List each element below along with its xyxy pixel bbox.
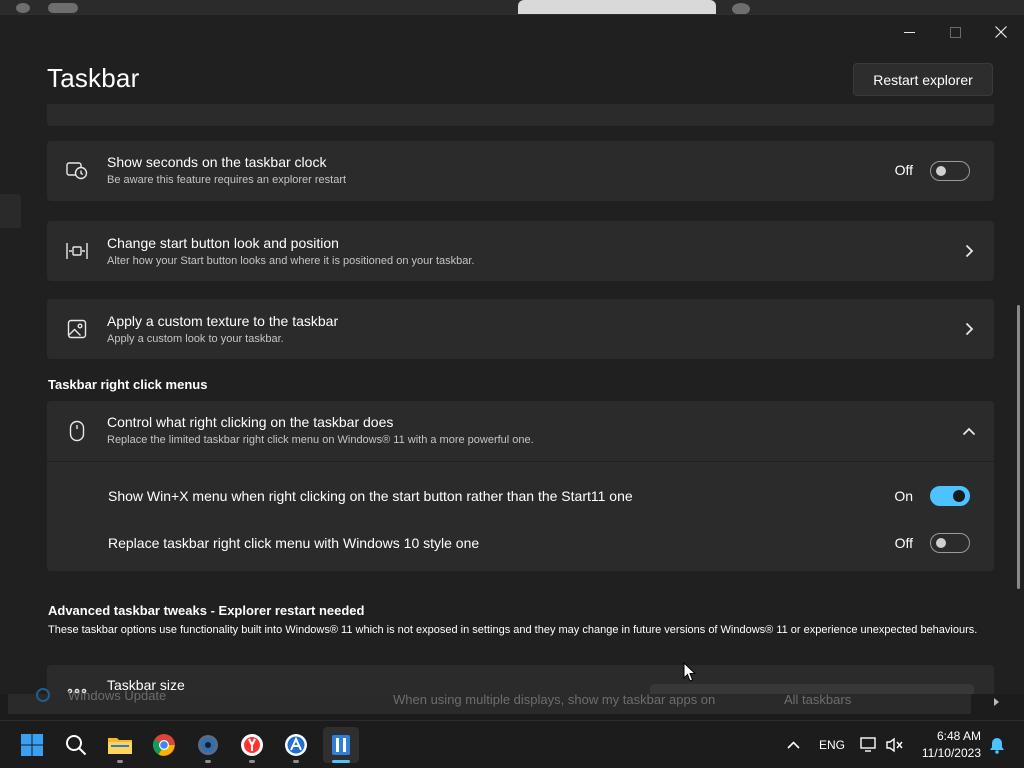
windows-start-icon[interactable] bbox=[14, 727, 50, 763]
running-indicator bbox=[117, 760, 123, 763]
maximize-button[interactable] bbox=[932, 17, 978, 47]
close-button[interactable] bbox=[978, 17, 1024, 47]
browser-icon bbox=[16, 3, 30, 13]
toggle-knob bbox=[936, 166, 946, 176]
card-title: Change start button look and position bbox=[107, 235, 339, 251]
windows-taskbar: ENG 6:48 AM 11/10/2023 bbox=[0, 720, 1024, 768]
scrollbar-thumb[interactable] bbox=[1017, 305, 1020, 589]
card-subtitle: Apply a custom look to your taskbar. bbox=[107, 333, 284, 345]
option-label: Show Win+X menu when right clicking on t… bbox=[108, 488, 633, 504]
card-title: Apply a custom texture to the taskbar bbox=[107, 313, 339, 329]
close-icon bbox=[995, 26, 1007, 38]
chevron-up-icon bbox=[962, 424, 976, 438]
right-click-options-panel: Show Win+X menu when right clicking on t… bbox=[47, 462, 994, 571]
running-indicator bbox=[293, 760, 299, 763]
notification-bell-icon[interactable] bbox=[988, 736, 1006, 754]
windows-update-icon bbox=[36, 688, 50, 702]
card-subtitle: Alter how your Start button looks and wh… bbox=[107, 255, 475, 267]
start11-icon[interactable] bbox=[323, 727, 359, 763]
background-text: Windows Update bbox=[68, 688, 167, 703]
nav-item-ghost bbox=[0, 194, 21, 228]
section-heading: Taskbar right click menus bbox=[48, 377, 208, 392]
toggle-knob bbox=[936, 538, 946, 548]
language-indicator[interactable]: ENG bbox=[819, 738, 845, 752]
minimize-button[interactable] bbox=[886, 17, 932, 47]
partial-card-top[interactable] bbox=[47, 104, 994, 126]
settings-icon[interactable] bbox=[190, 727, 226, 763]
app-icon[interactable] bbox=[278, 727, 314, 763]
card-subtitle: Be aware this feature requires an explor… bbox=[107, 174, 347, 186]
volume-muted-icon[interactable] bbox=[884, 735, 904, 755]
running-indicator bbox=[249, 760, 255, 763]
clock-date[interactable]: 11/10/2023 bbox=[915, 746, 981, 760]
mouse-icon bbox=[65, 419, 89, 443]
win10-menu-toggle[interactable] bbox=[930, 533, 970, 553]
background-text: When using multiple displays, show my ta… bbox=[393, 692, 716, 707]
toggle-knob bbox=[953, 490, 965, 502]
toggle-state-label: Off bbox=[894, 162, 913, 178]
chevron-right-icon bbox=[962, 244, 976, 258]
seconds-toggle[interactable] bbox=[930, 161, 970, 181]
screen: Taskbar Restart explorer Show seconds on… bbox=[0, 0, 1024, 768]
clock-time[interactable]: 6:48 AM bbox=[915, 729, 981, 743]
win-x-menu-toggle[interactable] bbox=[930, 486, 970, 506]
settings-list: Show seconds on the taskbar clock Be awa… bbox=[0, 104, 1024, 695]
chrome-icon[interactable] bbox=[146, 727, 182, 763]
start-button-setting-card[interactable]: Change start button look and position Al… bbox=[47, 221, 994, 281]
running-indicator bbox=[205, 760, 211, 763]
card-title: Show seconds on the taskbar clock bbox=[107, 154, 327, 170]
active-indicator bbox=[332, 760, 350, 763]
option-label: Replace taskbar right click menu with Wi… bbox=[108, 535, 480, 551]
image-icon bbox=[65, 317, 89, 341]
card-subtitle: Replace the limited taskbar right click … bbox=[107, 434, 534, 446]
background-dropdown-value: All taskbars bbox=[784, 692, 852, 707]
chevron-right-icon bbox=[962, 322, 976, 336]
page-title: Taskbar bbox=[47, 63, 140, 93]
scroll-right-icon bbox=[994, 698, 999, 706]
yandex-browser-icon[interactable] bbox=[234, 727, 270, 763]
window-controls bbox=[886, 17, 1024, 47]
chevron-up-icon[interactable] bbox=[785, 737, 801, 753]
restart-explorer-button[interactable]: Restart explorer bbox=[853, 63, 993, 96]
taskbar-size-card[interactable]: Taskbar size bbox=[47, 665, 994, 695]
search-icon[interactable] bbox=[58, 727, 94, 763]
maximize-icon bbox=[949, 26, 961, 38]
mouse-cursor-icon bbox=[683, 662, 697, 682]
clock-icon bbox=[65, 159, 89, 183]
card-title: Control what right clicking on the taskb… bbox=[107, 414, 394, 430]
file-explorer-icon[interactable] bbox=[102, 727, 138, 763]
section-description: These taskbar options use functionality … bbox=[48, 624, 978, 636]
toggle-state-label: On bbox=[894, 488, 913, 504]
toggle-state-label: Off bbox=[894, 535, 913, 551]
network-icon[interactable] bbox=[859, 735, 879, 755]
background-window: Windows Update When using multiple displ… bbox=[0, 688, 1024, 720]
texture-setting-card[interactable]: Apply a custom texture to the taskbar Ap… bbox=[47, 299, 994, 359]
background-tab bbox=[518, 0, 716, 14]
right-click-expander[interactable]: Control what right clicking on the taskb… bbox=[47, 401, 994, 461]
section-heading: Advanced taskbar tweaks - Explorer resta… bbox=[48, 603, 365, 618]
start-button-icon bbox=[65, 239, 89, 263]
settings-window: Taskbar Restart explorer Show seconds on… bbox=[0, 14, 1024, 695]
browser-icon bbox=[48, 3, 78, 13]
minimize-icon bbox=[903, 31, 915, 33]
seconds-setting-card: Show seconds on the taskbar clock Be awa… bbox=[47, 141, 994, 201]
background-browser-strip bbox=[0, 0, 1024, 15]
